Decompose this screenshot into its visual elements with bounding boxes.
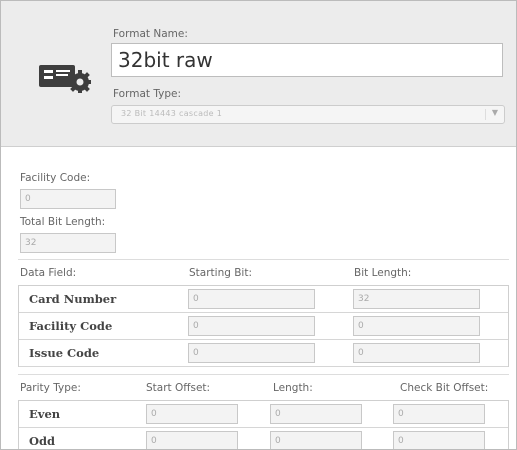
select-divider: [485, 109, 486, 120]
data-field-name: Facility Code: [29, 319, 113, 333]
starting-bit-header: Starting Bit:: [189, 267, 252, 279]
format-header: Format Name: 32bit raw Format Type: 32 B…: [1, 1, 516, 147]
start-offset-input[interactable]: 0: [146, 431, 238, 449]
starting-bit-input[interactable]: 0: [188, 289, 315, 309]
divider: [18, 374, 509, 375]
format-name-label: Format Name:: [113, 28, 188, 40]
parity-length-input[interactable]: 0: [270, 404, 362, 424]
facility-code-label: Facility Code:: [20, 172, 91, 184]
table-row: Facility Code 0 0: [19, 313, 508, 340]
parity-type-header: Parity Type:: [20, 382, 81, 394]
format-name-input[interactable]: 32bit raw: [111, 43, 503, 77]
check-bit-offset-input[interactable]: 0: [393, 431, 485, 449]
parity-type-name: Even: [29, 407, 61, 421]
starting-bit-input[interactable]: 0: [188, 343, 315, 363]
format-type-select[interactable]: 32 Bit 14443 cascade 1 ▼: [111, 105, 505, 124]
table-row: Even 0 0 0: [19, 401, 508, 428]
card-gear-icon: [39, 65, 91, 93]
parity-table: Even 0 0 0 Odd 0 0 0: [18, 400, 509, 449]
bit-length-input[interactable]: 32: [353, 289, 480, 309]
total-bit-length-label: Total Bit Length:: [20, 216, 106, 228]
start-offset-header: Start Offset:: [146, 382, 211, 394]
parity-type-name: Odd: [29, 434, 56, 448]
data-field-header: Data Field:: [20, 267, 77, 279]
bit-length-header: Bit Length:: [354, 267, 412, 279]
format-editor-panel: Format Name: 32bit raw Format Type: 32 B…: [0, 0, 517, 450]
data-field-name: Issue Code: [29, 346, 100, 360]
table-row: Odd 0 0 0: [19, 428, 508, 449]
format-type-value: 32 Bit 14443 cascade 1: [121, 109, 223, 118]
table-row: Card Number 0 32: [19, 286, 508, 313]
table-row: Issue Code 0 0: [19, 340, 508, 367]
length-header: Length:: [273, 382, 313, 394]
chevron-down-icon[interactable]: ▼: [492, 108, 498, 117]
start-offset-input[interactable]: 0: [146, 404, 238, 424]
format-type-label: Format Type:: [113, 88, 181, 100]
divider: [18, 259, 509, 260]
bit-length-input[interactable]: 0: [353, 316, 480, 336]
check-bit-offset-input[interactable]: 0: [393, 404, 485, 424]
data-field-name: Card Number: [29, 292, 117, 306]
starting-bit-input[interactable]: 0: [188, 316, 315, 336]
total-bit-length-input[interactable]: 32: [20, 233, 116, 253]
check-bit-offset-header: Check Bit Offset:: [400, 382, 489, 394]
facility-code-input[interactable]: 0: [20, 189, 116, 209]
bit-length-input[interactable]: 0: [353, 343, 480, 363]
parity-length-input[interactable]: 0: [270, 431, 362, 449]
data-field-table: Card Number 0 32 Facility Code 0 0 Issue…: [18, 285, 509, 367]
